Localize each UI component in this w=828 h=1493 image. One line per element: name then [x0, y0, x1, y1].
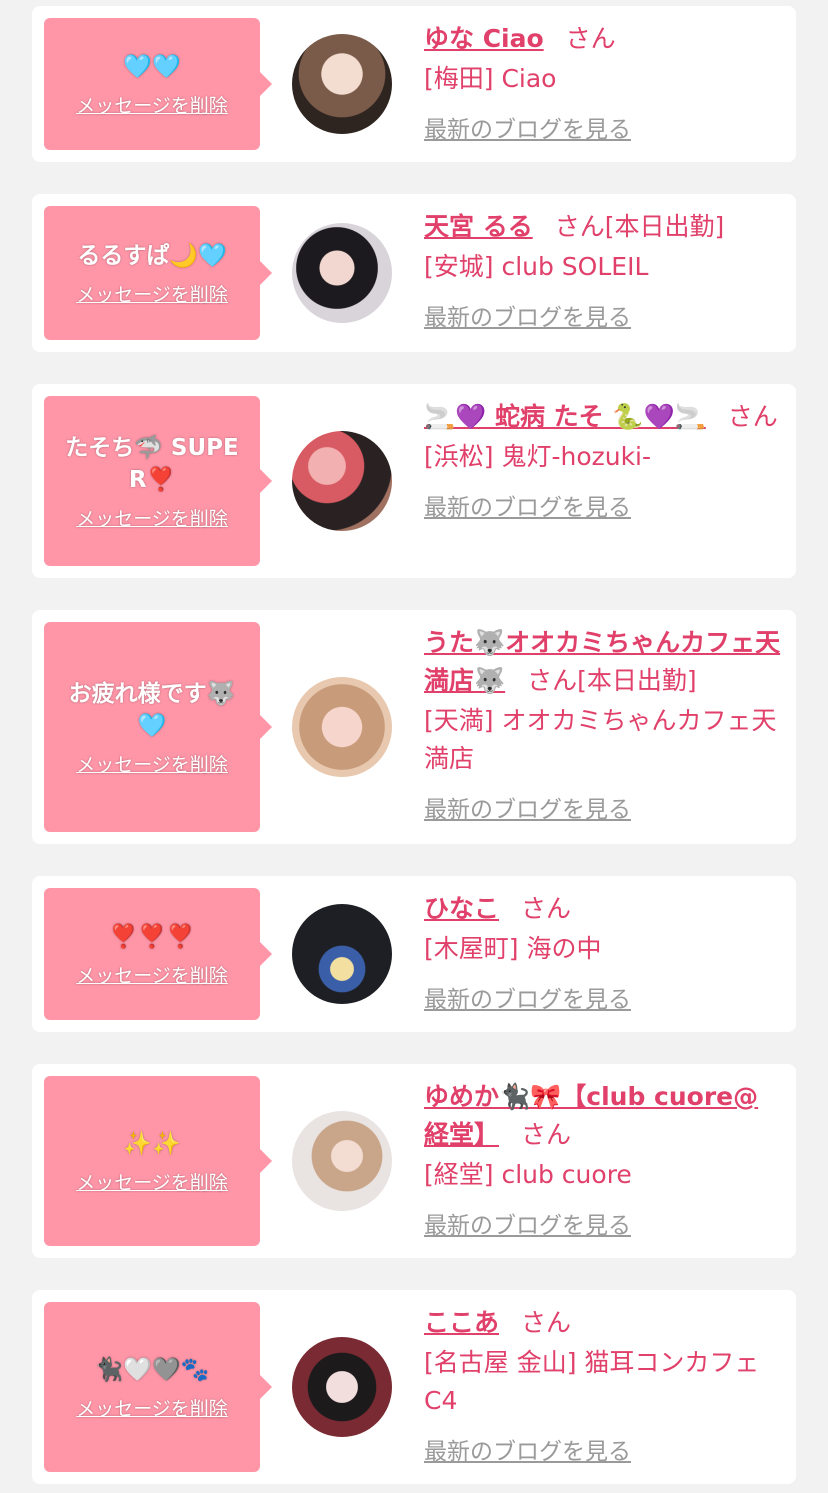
message-bubble: 🐈‍⬛🤍🩶🐾 メッセージを削除 [44, 1302, 272, 1472]
delete-message-link[interactable]: メッセージを削除 [76, 961, 228, 988]
avatar[interactable] [292, 677, 392, 777]
delete-message-link[interactable]: メッセージを削除 [76, 1394, 228, 1421]
shop-label: [浜松] 鬼灯-hozuki- [424, 442, 652, 471]
shop-label: [安城] club SOLEIL [424, 252, 649, 281]
san-suffix: さん [727, 402, 778, 431]
avatar[interactable] [292, 904, 392, 1004]
avatar[interactable] [292, 223, 392, 323]
profile-info: 天宮 るる さん[本日出勤] [安城] club SOLEIL 最新のブログを見る [424, 208, 782, 332]
san-suffix: さん [565, 24, 616, 53]
girl-card: 🐈‍⬛🤍🩶🐾 メッセージを削除 ここあ さん [名古屋 金山] 猫耳コンカフェC4… [32, 1290, 796, 1484]
girl-card: るるすぱ🌙🩵 メッセージを削除 天宮 るる さん[本日出勤] [安城] club … [32, 194, 796, 352]
profile-info: うた🐺オオカミちゃんカフェ天満店🐺 さん[本日出勤] [天満] オオカミちゃんカフ… [424, 624, 782, 824]
message-text: お疲れ様です🐺🩵 [68, 680, 236, 739]
girl-card: お疲れ様です🐺🩵 メッセージを削除 うた🐺オオカミちゃんカフェ天満店🐺 さん[本日… [32, 610, 796, 844]
message-bubble: お疲れ様です🐺🩵 メッセージを削除 [44, 622, 272, 832]
latest-blog-link[interactable]: 最新のブログを見る [424, 298, 631, 332]
latest-blog-link[interactable]: 最新のブログを見る [424, 790, 631, 824]
favorites-list: 🩵🩵 メッセージを削除 ゆな Ciao さん [梅田] Ciao 最新のブログを見… [0, 0, 828, 1493]
girl-name-link[interactable]: 天宮 るる [424, 212, 533, 241]
avatar[interactable] [292, 1111, 392, 1211]
delete-message-link[interactable]: メッセージを削除 [76, 91, 228, 118]
girl-card: ❣️❣️❣️ メッセージを削除 ひなこ さん [木屋町] 海の中 最新のブログを見… [32, 876, 796, 1032]
girl-name-link[interactable]: ゆめか🐈‍⬛🎀【club cuore@経堂】 [424, 1082, 758, 1149]
avatar[interactable] [292, 431, 392, 531]
san-suffix: さん [554, 212, 605, 241]
girl-name-link[interactable]: ここあ [424, 1308, 499, 1337]
san-suffix: さん [521, 1120, 572, 1149]
message-bubble: ❣️❣️❣️ メッセージを削除 [44, 888, 272, 1020]
message-bubble: たそち🦈 SUPER❣️ メッセージを削除 [44, 396, 272, 566]
delete-message-link[interactable]: メッセージを削除 [76, 280, 228, 307]
latest-blog-link[interactable]: 最新のブログを見る [424, 980, 631, 1014]
delete-message-link[interactable]: メッセージを削除 [76, 750, 228, 777]
latest-blog-link[interactable]: 最新のブログを見る [424, 1206, 631, 1240]
attendance-tag: [本日出勤] [604, 212, 725, 241]
latest-blog-link[interactable]: 最新のブログを見る [424, 110, 631, 144]
san-suffix: さん [521, 1308, 572, 1337]
message-bubble: ✨✨ メッセージを削除 [44, 1076, 272, 1246]
avatar[interactable] [292, 1337, 392, 1437]
san-suffix: さん [527, 666, 578, 695]
message-text: 🩵🩵 [123, 53, 181, 80]
avatar[interactable] [292, 34, 392, 134]
profile-info: ひなこ さん [木屋町] 海の中 最新のブログを見る [424, 890, 782, 1014]
girl-name-link[interactable]: 🚬💜 蛇病 たそ 🐍💜🚬 [424, 402, 706, 431]
profile-info: 🚬💜 蛇病 たそ 🐍💜🚬 さん [浜松] 鬼灯-hozuki- 最新のブログを見る [424, 398, 782, 522]
girl-card: たそち🦈 SUPER❣️ メッセージを削除 🚬💜 蛇病 たそ 🐍💜🚬 さん [浜松… [32, 384, 796, 578]
latest-blog-link[interactable]: 最新のブログを見る [424, 1432, 631, 1466]
message-text: ❣️❣️❣️ [109, 923, 195, 950]
shop-label: [経堂] club cuore [424, 1160, 632, 1189]
delete-message-link[interactable]: メッセージを削除 [76, 1168, 228, 1195]
shop-label: [梅田] Ciao [424, 64, 557, 93]
shop-label: [木屋町] 海の中 [424, 934, 602, 963]
shop-label: [天満] オオカミちゃんカフェ天満店 [424, 706, 777, 773]
profile-info: ゆめか🐈‍⬛🎀【club cuore@経堂】 さん [経堂] club cuore… [424, 1078, 782, 1240]
message-text: たそち🦈 SUPER❣️ [65, 434, 239, 493]
girl-card: ✨✨ メッセージを削除 ゆめか🐈‍⬛🎀【club cuore@経堂】 さん [経堂… [32, 1064, 796, 1258]
profile-info: ゆな Ciao さん [梅田] Ciao 最新のブログを見る [424, 20, 782, 144]
shop-label: [名古屋 金山] 猫耳コンカフェC4 [424, 1348, 760, 1415]
attendance-tag: [本日出勤] [577, 666, 697, 695]
girl-card: 🩵🩵 メッセージを削除 ゆな Ciao さん [梅田] Ciao 最新のブログを見… [32, 6, 796, 162]
message-bubble: 🩵🩵 メッセージを削除 [44, 18, 272, 150]
delete-message-link[interactable]: メッセージを削除 [76, 504, 228, 531]
latest-blog-link[interactable]: 最新のブログを見る [424, 488, 631, 522]
san-suffix: さん [521, 894, 572, 923]
message-text: るるすぱ🌙🩵 [77, 242, 227, 269]
girl-name-link[interactable]: ひなこ [424, 894, 499, 923]
girl-name-link[interactable]: ゆな Ciao [424, 24, 544, 53]
message-text: ✨✨ [123, 1130, 181, 1157]
message-bubble: るるすぱ🌙🩵 メッセージを削除 [44, 206, 272, 340]
profile-info: ここあ さん [名古屋 金山] 猫耳コンカフェC4 最新のブログを見る [424, 1304, 782, 1466]
message-text: 🐈‍⬛🤍🩶🐾 [94, 1356, 210, 1383]
